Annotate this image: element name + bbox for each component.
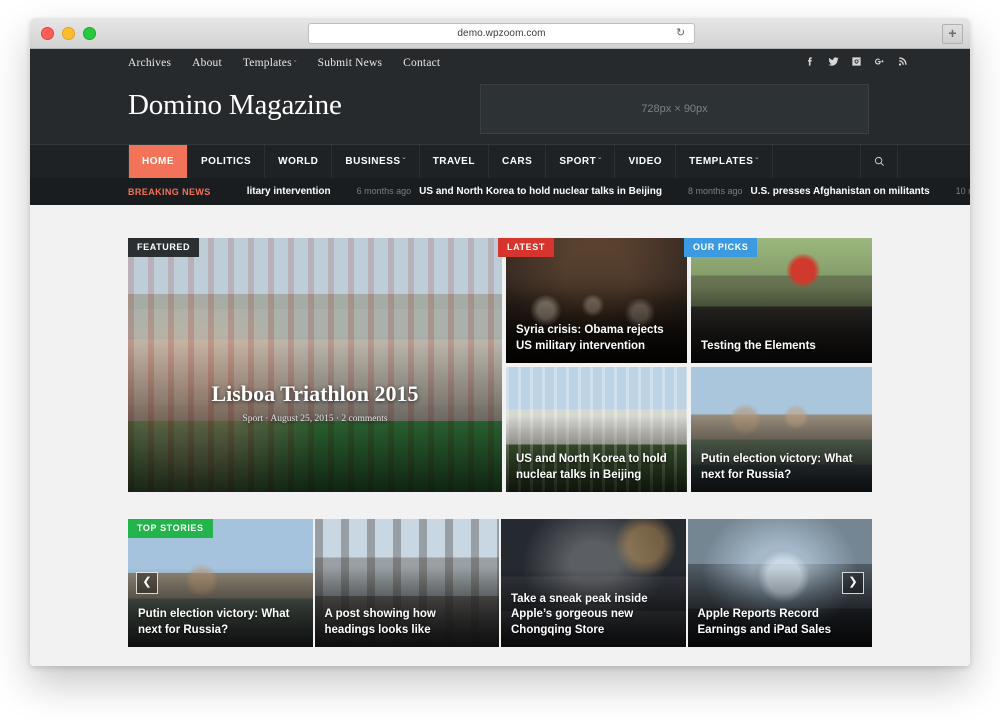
nav-item-world[interactable]: WORLD	[265, 145, 333, 178]
featured-main-meta: Sport · August 25, 2015 · 2 comments	[242, 414, 388, 424]
our-picks-story-2-title: Putin election victory: What next for Ru…	[701, 453, 853, 481]
chevron-down-icon: ˇ	[755, 157, 759, 166]
ticker-title: litary intervention	[246, 186, 331, 197]
nav-label: TEMPLATES	[689, 156, 754, 167]
nav-item-travel[interactable]: TRAVEL	[420, 145, 489, 178]
ticker-item[interactable]: 8 months ago U.S. presses Afghanistan on…	[688, 186, 956, 197]
latest-story-2[interactable]: US and North Korea to hold nuclear talks…	[506, 367, 687, 492]
ticker-title: U.S. presses Afghanistan on militants	[750, 186, 930, 197]
topnav-label: About	[192, 56, 222, 69]
page-viewport: Archives About Templates ˇ Submit News Co…	[30, 49, 970, 666]
our-picks-story-2[interactable]: Putin election victory: What next for Ru…	[691, 367, 872, 492]
nav-label: WORLD	[278, 156, 319, 167]
new-tab-button[interactable]: +	[942, 24, 963, 44]
reload-icon[interactable]: ↻	[676, 27, 688, 39]
address-bar[interactable]: demo.wpzoom.com ↻	[308, 23, 695, 44]
googleplus-icon[interactable]	[874, 55, 885, 68]
minimize-window-button[interactable]	[62, 27, 75, 40]
site-title[interactable]: Domino Magazine	[128, 89, 342, 122]
featured-main-title: Lisboa Triathlon 2015	[211, 381, 419, 406]
nav-item-business[interactable]: BUSINESS ˇ	[332, 145, 420, 178]
latest-story-1-title: Syria crisis: Obama rejects US military …	[516, 324, 664, 352]
chevron-down-icon: ˇ	[293, 58, 297, 68]
top-story-4-title: Apple Reports Record Earnings and iPad S…	[697, 608, 832, 636]
zoom-window-button[interactable]	[83, 27, 96, 40]
close-window-button[interactable]	[41, 27, 54, 40]
chevron-down-icon: ˇ	[598, 157, 602, 166]
top-stories-carousel: Putin election victory: What next for Ru…	[128, 519, 872, 647]
ticker-item[interactable]: 6 months ago US and North Korea to hold …	[357, 186, 688, 197]
breaking-news-ticker: BREAKING NEWS litary intervention 6 mont…	[30, 178, 970, 205]
section-label-our-picks[interactable]: OUR PICKS	[684, 238, 758, 257]
site-masthead: Domino Magazine 728px × 90px	[30, 76, 970, 144]
ticker-item[interactable]: litary intervention	[247, 186, 357, 197]
address-bar-url: demo.wpzoom.com	[457, 28, 546, 39]
topnav-label: Archives	[128, 56, 172, 69]
section-label-featured[interactable]: FEATURED	[128, 238, 200, 257]
top-stories-section: TOP STORIES Putin election victory: What…	[128, 519, 872, 647]
latest-story-2-title: US and North Korea to hold nuclear talks…	[516, 453, 667, 481]
nav-item-sport[interactable]: SPORT ˇ	[546, 145, 616, 178]
instagram-icon[interactable]	[851, 55, 862, 68]
latest-column: Syria crisis: Obama rejects US military …	[506, 238, 687, 492]
nav-label: BUSINESS	[345, 156, 401, 167]
ticker-time: 10 months ago	[955, 186, 970, 196]
topnav-label: Contact	[403, 56, 441, 69]
browser-titlebar: demo.wpzoom.com ↻ +	[30, 18, 970, 49]
nav-label: HOME	[142, 156, 174, 167]
facebook-icon[interactable]	[805, 55, 816, 68]
ad-banner-label: 728px × 90px	[641, 103, 708, 115]
featured-main-story[interactable]: Lisboa Triathlon 2015 Sport · August 25,…	[128, 238, 502, 492]
carousel-prev-button[interactable]: ❮	[136, 572, 158, 594]
nav-label: VIDEO	[628, 156, 663, 167]
ticker-label: BREAKING NEWS	[128, 186, 211, 197]
twitter-icon[interactable]	[828, 55, 839, 68]
browser-window: demo.wpzoom.com ↻ + Archives About Templ…	[30, 18, 970, 666]
featured-grid: Lisboa Triathlon 2015 Sport · August 25,…	[128, 238, 872, 492]
nav-label: TRAVEL	[432, 156, 475, 167]
topnav-item-contact[interactable]: Contact	[403, 57, 440, 69]
our-picks-column: Testing the Elements Putin election vict…	[691, 238, 872, 492]
search-icon	[874, 156, 884, 166]
featured-side-grid: Syria crisis: Obama rejects US military …	[506, 238, 872, 492]
rss-icon[interactable]	[897, 55, 908, 68]
nav-item-politics[interactable]: POLITICS	[188, 145, 266, 178]
chevron-down-icon: ˇ	[402, 157, 406, 166]
top-navigation: Archives About Templates ˇ Submit News Co…	[128, 57, 440, 69]
social-links	[805, 55, 908, 68]
nav-label: CARS	[501, 156, 533, 167]
top-story-3-title: Take a sneak peak inside Apple’s gorgeou…	[511, 593, 648, 636]
topnav-label: Templates	[242, 56, 292, 69]
page-body: FEATURED LATEST OUR PICKS Lisboa Triathl…	[30, 205, 970, 666]
main-navigation: HOME POLITICS WORLD BUSINESS ˇ TRAVEL CAR…	[30, 144, 970, 178]
topnav-label: Submit News	[317, 56, 383, 69]
ticker-item[interactable]: 10 months ago Apple Re	[956, 186, 970, 197]
nav-item-home[interactable]: HOME	[128, 145, 188, 178]
nav-item-cars[interactable]: CARS	[489, 145, 547, 178]
nav-item-video[interactable]: VIDEO	[615, 145, 677, 178]
content-wrapper: FEATURED LATEST OUR PICKS Lisboa Triathl…	[128, 238, 872, 647]
section-label-latest[interactable]: LATEST	[498, 238, 554, 257]
nav-label: SPORT	[559, 156, 597, 167]
top-story-1-title: Putin election victory: What next for Ru…	[138, 608, 290, 636]
topnav-item-submit-news[interactable]: Submit News	[318, 57, 383, 69]
window-traffic-lights	[41, 27, 96, 40]
carousel-next-button[interactable]: ❯	[842, 572, 864, 594]
topnav-item-about[interactable]: About	[192, 57, 222, 69]
topnav-item-templates[interactable]: Templates ˇ	[243, 57, 297, 69]
top-utility-bar: Archives About Templates ˇ Submit News Co…	[30, 49, 970, 76]
top-story-3[interactable]: Take a sneak peak inside Apple’s gorgeou…	[501, 519, 686, 647]
ticker-time: 8 months ago	[687, 186, 743, 196]
nav-item-templates[interactable]: TEMPLATES ˇ	[676, 145, 773, 178]
our-picks-story-1-title: Testing the Elements	[701, 339, 816, 352]
top-story-2[interactable]: A post showing how headings looks like	[314, 519, 499, 647]
ticker-time: 6 months ago	[356, 186, 412, 196]
ticker-title: US and North Korea to hold nuclear talks…	[419, 186, 662, 197]
section-label-top-stories[interactable]: TOP STORIES	[128, 519, 213, 538]
topnav-item-archives[interactable]: Archives	[128, 57, 171, 69]
search-button[interactable]	[860, 145, 898, 178]
ad-banner-placeholder[interactable]: 728px × 90px	[480, 84, 869, 134]
top-story-2-title: A post showing how headings looks like	[324, 608, 436, 636]
nav-label: POLITICS	[201, 156, 252, 167]
